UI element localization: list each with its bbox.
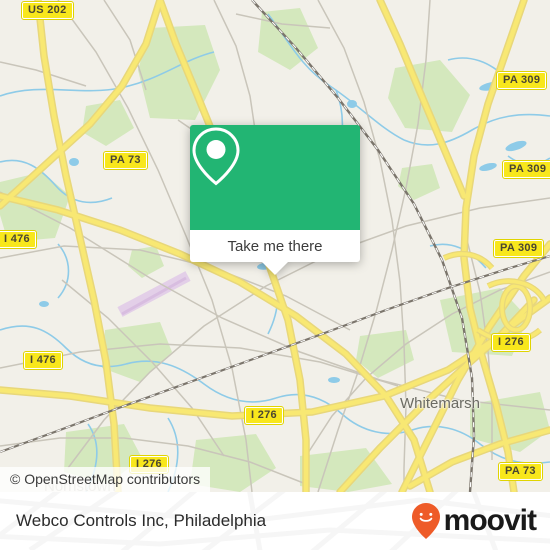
highway-shield: I 476	[0, 230, 37, 249]
highway-shield: PA 73	[498, 462, 543, 481]
osm-attribution[interactable]: © OpenStreetMap contributors	[0, 467, 211, 492]
moovit-logo[interactable]: moovit	[411, 502, 537, 540]
place-label-whitemarsh: Whitemarsh	[400, 395, 481, 412]
location-callout-card[interactable]: Take me there	[190, 125, 360, 275]
take-me-there-button[interactable]: Take me there	[190, 230, 360, 262]
moovit-wordmark: moovit	[443, 504, 537, 537]
highway-shield: PA 73	[103, 151, 148, 170]
highway-shield: I 276	[491, 333, 531, 352]
highway-shield: PA 309	[501, 160, 550, 179]
map-canvas[interactable]: US 202 PA 73 PA 309 PA 309 PA 309 I 476 …	[0, 0, 550, 492]
highway-shield: PA 309	[492, 239, 545, 258]
footer-bar: Webco Controls Inc, Philadelphia moovit	[0, 492, 550, 550]
location-title: Webco Controls Inc, Philadelphia	[16, 511, 267, 530]
highway-shield: I 276	[244, 406, 284, 425]
highway-shield: I 476	[23, 351, 63, 370]
callout-pointer-tail	[262, 262, 288, 275]
highway-shield: PA 309	[495, 71, 548, 90]
callout-pin-area	[190, 125, 360, 230]
moovit-smiley-pin-icon	[411, 503, 440, 539]
map-screenshot: US 202 PA 73 PA 309 PA 309 PA 309 I 476 …	[0, 0, 550, 550]
highway-shield: US 202	[21, 1, 74, 20]
location-pin-icon	[192, 127, 240, 186]
